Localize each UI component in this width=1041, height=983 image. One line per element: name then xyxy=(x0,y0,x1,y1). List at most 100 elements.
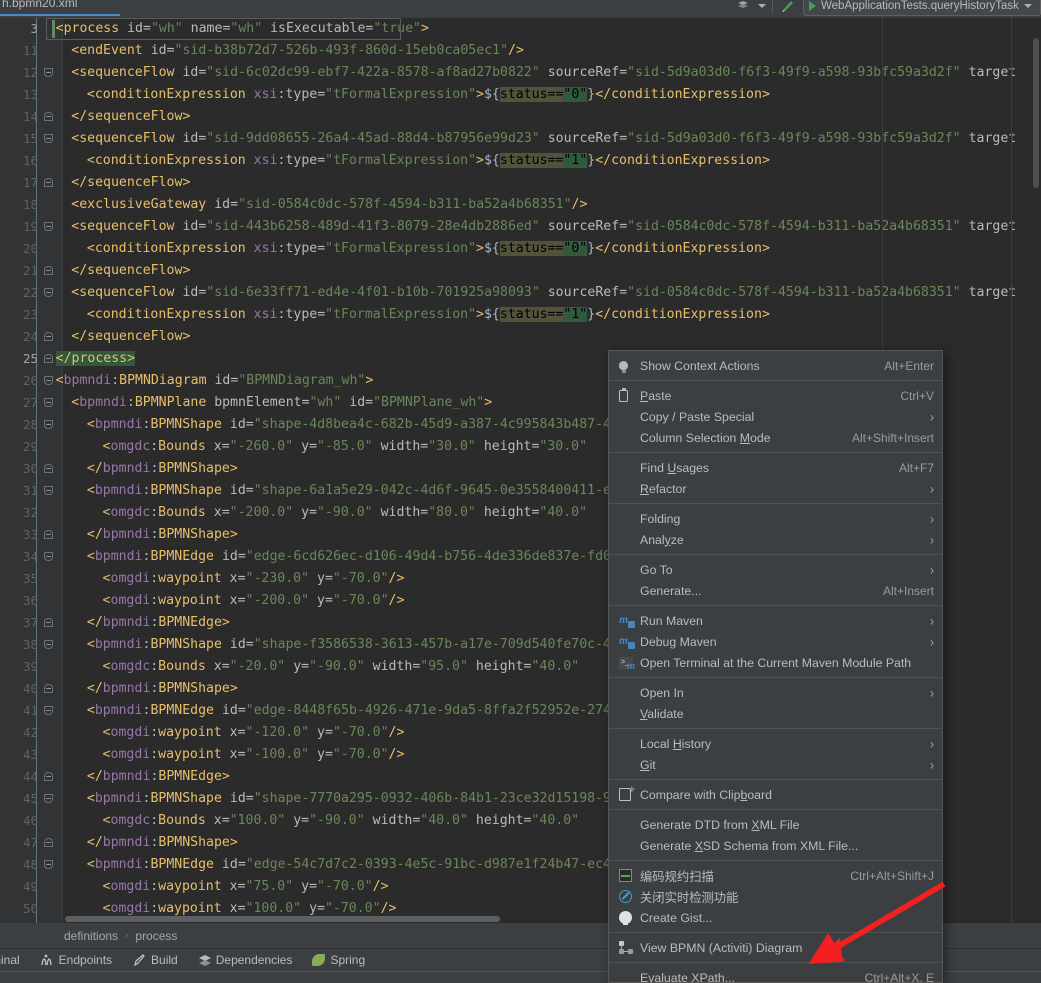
menu-item-run-maven[interactable]: m Run Maven › xyxy=(609,610,942,631)
menu-item-label: 编码规约扫描 xyxy=(640,869,714,884)
code-text: </sequenceFlow> xyxy=(71,175,191,190)
code-line[interactable]: 17 </sequenceFlow> xyxy=(0,172,1041,194)
menu-item-compare-with-clipboard[interactable]: Compare with Clipboard xyxy=(609,784,942,805)
menu-item-label: Paste xyxy=(640,388,672,403)
menu-item-copy-paste-special[interactable]: Copy / Paste Special › xyxy=(609,406,942,427)
menu-item-open-terminal-at-the-current-maven-module-path[interactable]: >_ m Open Terminal at the Current Maven Mo… xyxy=(609,652,942,673)
menu-item-view-bpmn-activiti-diagram[interactable]: View BPMN (Activiti) Diagram xyxy=(609,937,942,958)
code-text: </bpmndi:BPMNShape> xyxy=(86,835,238,850)
maven-run-icon: m xyxy=(619,613,637,629)
editor-vertical-scrollbar[interactable] xyxy=(1033,38,1039,188)
fold-collapse-icon[interactable] xyxy=(44,464,54,474)
code-line[interactable]: 11 <endEvent id="sid-b38b72d7-526b-493f-8… xyxy=(0,40,1041,62)
code-line[interactable]: 21 </sequenceFlow> xyxy=(0,260,1041,282)
menu-item-validate[interactable]: Validate xyxy=(609,703,942,724)
run-configuration-selector[interactable]: WebApplicationTests.queryHistoryTask xyxy=(803,0,1041,16)
fold-expand-icon[interactable] xyxy=(44,134,54,144)
menu-item-create-gist[interactable]: Create Gist... xyxy=(609,907,942,928)
menu-item-evaluate-xpath[interactable]: Evaluate XPath... Ctrl+Alt+X, E xyxy=(609,967,942,983)
menu-item-label: Show Context Actions xyxy=(640,358,760,373)
menu-item-go-to[interactable]: Go To › xyxy=(609,559,942,580)
line-number: 17 xyxy=(22,175,38,190)
code-line[interactable]: 3 <process id="wh" name="wh" isExecutable… xyxy=(0,18,1041,40)
menu-item-label: Copy / Paste Special xyxy=(640,409,755,424)
fold-collapse-icon[interactable] xyxy=(44,618,54,628)
breadcrumb-item-process[interactable]: process xyxy=(135,929,177,943)
tool-button-terminal[interactable]: rminal xyxy=(0,949,30,971)
fold-expand-icon[interactable] xyxy=(44,420,54,430)
fold-collapse-icon[interactable] xyxy=(44,530,54,540)
run-config-chevron-icon[interactable] xyxy=(1023,4,1032,8)
code-line[interactable]: 13 <conditionExpression xsi:type="tFormal… xyxy=(0,84,1041,106)
menu-item-icon-placeholder xyxy=(619,817,637,833)
bpmn-diagram-icon xyxy=(619,940,637,956)
line-number: 18 xyxy=(22,197,38,212)
run-play-icon xyxy=(809,1,816,11)
code-line[interactable]: 20 <conditionExpression xsi:type="tFormal… xyxy=(0,238,1041,260)
menu-item-column-selection-mode[interactable]: Column Selection Mode Alt+Shift+Insert xyxy=(609,427,942,448)
menu-item-analyze[interactable]: Analyze › xyxy=(609,529,942,550)
fold-expand-icon[interactable] xyxy=(44,794,54,804)
fold-collapse-icon[interactable] xyxy=(44,772,54,782)
fold-collapse-icon[interactable] xyxy=(44,178,54,188)
fold-collapse-icon[interactable] xyxy=(44,684,54,694)
line-number: 40 xyxy=(22,681,38,696)
fold-expand-icon[interactable] xyxy=(44,860,54,870)
menu-item-local-history[interactable]: Local History › xyxy=(609,733,942,754)
editor-tab-title[interactable]: h.bpmn20.xml xyxy=(2,0,77,10)
submenu-chevron-right-icon: › xyxy=(930,612,934,629)
fold-expand-icon[interactable] xyxy=(44,552,54,562)
menu-item-git[interactable]: Git › xyxy=(609,754,942,775)
git-branch-icon[interactable] xyxy=(734,0,752,14)
fold-expand-icon[interactable] xyxy=(44,398,54,408)
fold-collapse-icon[interactable] xyxy=(44,266,54,276)
menu-item-[interactable]: 关闭实时检测功能 xyxy=(609,886,942,907)
code-line[interactable]: 18 <exclusiveGateway id="sid-0584c0dc-578… xyxy=(0,194,1041,216)
tool-button-endpoints[interactable]: Endpoints xyxy=(30,949,122,971)
fold-collapse-icon[interactable] xyxy=(44,838,54,848)
breadcrumb-item-definitions[interactable]: definitions xyxy=(64,929,118,943)
menu-item-refactor[interactable]: Refactor › xyxy=(609,478,942,499)
code-line[interactable]: 22 <sequenceFlow id="sid-6e33ff71-ed4e-4f… xyxy=(0,282,1041,304)
line-number: 38 xyxy=(22,637,38,652)
line-number: 49 xyxy=(22,879,38,894)
menu-item-paste[interactable]: Paste Ctrl+V xyxy=(609,385,942,406)
line-number: 11 xyxy=(22,43,38,58)
menu-item-[interactable]: 编码规约扫描 Ctrl+Alt+Shift+J xyxy=(609,865,942,886)
tool-button-build[interactable]: Build xyxy=(122,949,188,971)
menu-item-generate-dtd-from-xml-file[interactable]: Generate DTD from XML File xyxy=(609,814,942,835)
code-line[interactable]: 15 <sequenceFlow id="sid-9dd08655-26a4-45… xyxy=(0,128,1041,150)
menu-item-generate-xsd-schema-from-xml-file[interactable]: Generate XSD Schema from XML File... xyxy=(609,835,942,856)
fold-expand-icon[interactable] xyxy=(44,288,54,298)
menu-item-debug-maven[interactable]: m Debug Maven › xyxy=(609,631,942,652)
menu-item-find-usages[interactable]: Find Usages Alt+F7 xyxy=(609,457,942,478)
tool-button-spring[interactable]: Spring xyxy=(302,949,375,971)
menu-item-shortcut: Ctrl+Alt+X, E xyxy=(864,970,934,983)
code-text: <omgdc:Bounds x="100.0" y="-90.0" width=… xyxy=(102,813,580,828)
fold-expand-icon[interactable] xyxy=(44,706,54,716)
fold-collapse-icon[interactable] xyxy=(44,332,54,342)
fold-expand-icon[interactable] xyxy=(44,486,54,496)
menu-item-folding[interactable]: Folding › xyxy=(609,508,942,529)
fold-collapse-icon[interactable] xyxy=(44,112,54,122)
code-line[interactable]: 19 <sequenceFlow id="sid-443b6258-489d-41… xyxy=(0,216,1041,238)
run-configurations-icon[interactable] xyxy=(779,0,797,14)
code-text: <omgdi:waypoint x="-200.0" y="-70.0"/> xyxy=(102,593,405,608)
code-line[interactable]: 24 </sequenceFlow> xyxy=(0,326,1041,348)
editor-horizontal-scrollbar[interactable] xyxy=(65,916,500,922)
editor-context-menu[interactable]: Show Context Actions Alt+Enter Paste Ctrl+V… xyxy=(608,350,943,983)
fold-expand-icon[interactable] xyxy=(44,68,54,78)
menu-item-label: Open In xyxy=(640,685,684,700)
fold-expand-icon[interactable] xyxy=(44,222,54,232)
menu-item-show-context-actions[interactable]: Show Context Actions Alt+Enter xyxy=(609,355,942,376)
chevron-down-icon[interactable] xyxy=(758,4,766,8)
code-line[interactable]: 12 <sequenceFlow id="sid-6c02dc99-ebf7-42… xyxy=(0,62,1041,84)
code-line[interactable]: 16 <conditionExpression xsi:type="tFormal… xyxy=(0,150,1041,172)
code-line[interactable]: 14 </sequenceFlow> xyxy=(0,106,1041,128)
menu-item-generate[interactable]: Generate... Alt+Insert xyxy=(609,580,942,601)
fold-expand-icon[interactable] xyxy=(44,640,54,650)
line-number: 47 xyxy=(22,835,38,850)
tool-button-dependencies[interactable]: Dependencies xyxy=(188,949,303,971)
menu-item-open-in[interactable]: Open In › xyxy=(609,682,942,703)
code-line[interactable]: 23 <conditionExpression xsi:type="tFormal… xyxy=(0,304,1041,326)
